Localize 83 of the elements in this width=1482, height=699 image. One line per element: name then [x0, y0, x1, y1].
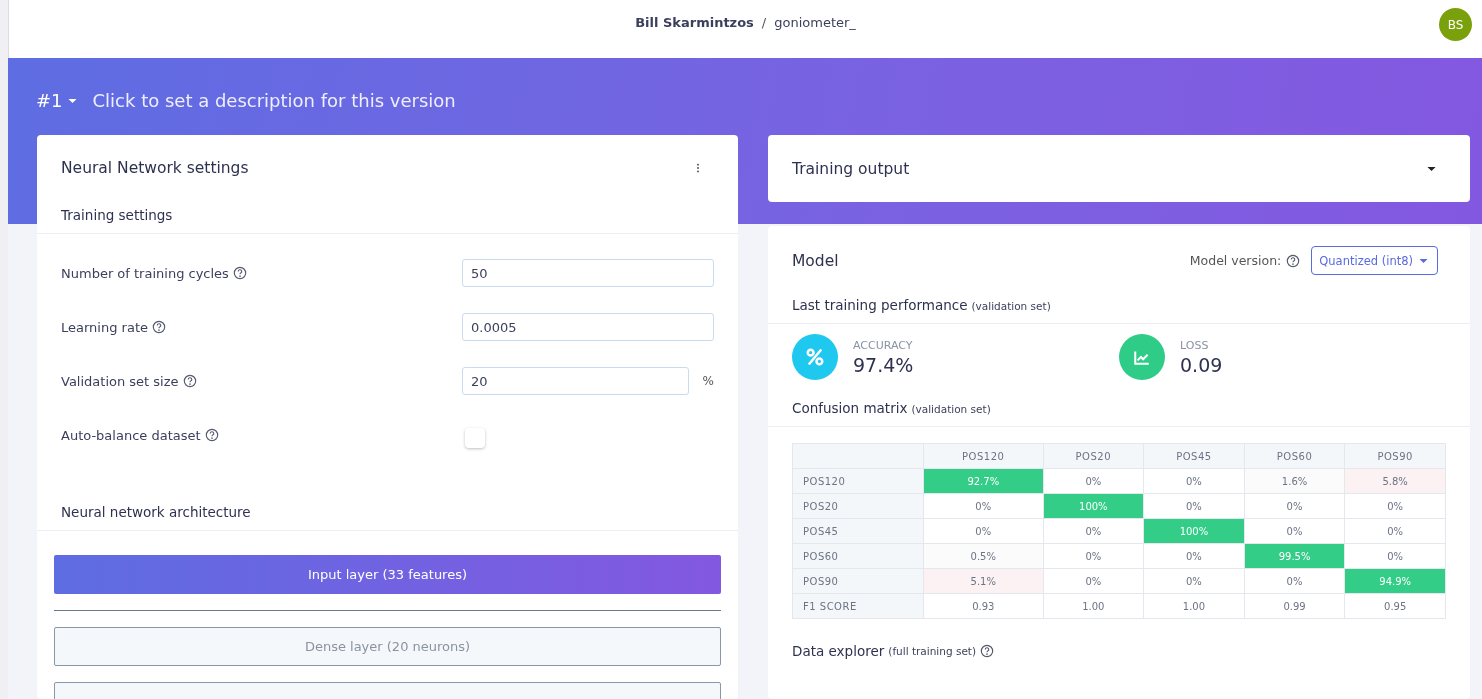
field-label: Number of training cycles: [61, 265, 229, 281]
table-cell: 0%: [1344, 543, 1446, 569]
row-header: POS120: [792, 468, 924, 494]
input-field[interactable]: 50: [462, 259, 714, 287]
table-cell: 0%: [1143, 543, 1245, 569]
user-name[interactable]: Bill Skarmintzos: [635, 15, 754, 30]
section-title: Confusion matrix: [792, 400, 908, 416]
column-header: POS20: [1043, 443, 1144, 469]
field-label: Model version:: [1189, 253, 1282, 268]
field-label: Validation set size: [61, 373, 179, 389]
card-title: Neural Network settings: [61, 159, 249, 177]
column-header: POS60: [1244, 443, 1345, 469]
project-name[interactable]: goniometer_: [774, 15, 856, 30]
table-cell: 0%: [1043, 468, 1144, 494]
card-title: Training output: [792, 159, 910, 178]
help-icon: [232, 266, 247, 280]
section-title: Training settings: [37, 179, 738, 234]
table-cell: 99.5%: [1244, 543, 1345, 569]
table-cell: 5.1%: [923, 568, 1044, 594]
table-cell: 92.7%: [923, 468, 1044, 494]
version-dropdown[interactable]: #1: [36, 90, 79, 111]
table-cell: 100%: [1043, 493, 1144, 519]
table-cell: 0%: [1344, 493, 1446, 519]
table-cell: 0%: [1244, 568, 1345, 594]
table-cell: 94.9%: [1344, 568, 1446, 594]
metric-label: ACCURACY: [853, 338, 914, 352]
help-icon: [980, 644, 995, 658]
table-cell: 5.8%: [1344, 468, 1446, 494]
row-header: POS90: [792, 568, 924, 594]
help-icon: [204, 428, 219, 442]
table-cell: 0%: [1244, 493, 1345, 519]
section-note: (validation set): [971, 300, 1051, 312]
table-cell: 1.6%: [1244, 468, 1345, 494]
row-header: POS45: [792, 518, 924, 544]
card-title: Model: [792, 251, 839, 270]
metric-value: 0.09: [1180, 353, 1223, 376]
section-title: Last training performance: [792, 297, 968, 313]
table-cell: 0.99: [1244, 593, 1345, 619]
layer-button[interactable]: Dense layer (20 neurons): [54, 627, 721, 666]
section-title: Data explorer: [792, 643, 885, 659]
breadcrumb-separator: /: [761, 15, 767, 30]
row-header: POS20: [792, 493, 924, 519]
table-cell: 0%: [1143, 468, 1245, 494]
percent-icon: [792, 334, 838, 380]
column-header: POS120: [923, 443, 1044, 469]
input-field[interactable]: 0.0005: [462, 313, 714, 341]
column-header: POS90: [1344, 443, 1446, 469]
user-avatar[interactable]: BS: [1439, 8, 1472, 41]
field-label: Auto-balance dataset: [61, 427, 201, 443]
metric-value: 97.4%: [853, 353, 914, 376]
table-cell: 0%: [1043, 543, 1144, 569]
row-header: F1 SCORE: [792, 593, 924, 619]
table-cell: 0%: [1344, 518, 1446, 544]
table-cell: 0%: [1143, 568, 1245, 594]
table-cell: 0%: [923, 518, 1044, 544]
unit-label: %: [702, 374, 714, 388]
help-icon: [1286, 253, 1301, 268]
table-cell: 0%: [1143, 493, 1245, 519]
metric-label: LOSS: [1180, 338, 1210, 352]
help-icon: [182, 374, 197, 388]
help-icon: [152, 320, 166, 334]
model-version-dropdown[interactable]: Quantized (int8): [1311, 246, 1438, 275]
table-cell: 0%: [1043, 568, 1144, 594]
checkbox[interactable]: [465, 428, 485, 448]
table-cell: 0%: [1244, 518, 1345, 544]
table-cell: 0.5%: [923, 543, 1044, 569]
column-header: POS45: [1143, 443, 1245, 469]
table-cell: 1.00: [1143, 593, 1245, 619]
table-cell: 0.93: [923, 593, 1044, 619]
input-field[interactable]: 20: [462, 367, 689, 395]
section-note: (validation set): [911, 403, 991, 415]
table-cell: 0%: [923, 493, 1044, 519]
row-header: POS60: [792, 543, 924, 569]
table-cell: 0.95: [1344, 593, 1446, 619]
section-title: Neural network architecture: [37, 462, 738, 531]
section-note: (full training set): [888, 645, 977, 657]
field-label: Learning rate: [61, 319, 148, 335]
chart-icon: [1119, 334, 1165, 380]
table-cell: 100%: [1143, 518, 1245, 544]
layer-button[interactable]: Input layer (33 features): [54, 555, 721, 594]
table-cell: 0%: [1043, 518, 1144, 544]
version-description[interactable]: Click to set a description for this version: [92, 90, 456, 111]
table-cell: 1.00: [1043, 593, 1144, 619]
